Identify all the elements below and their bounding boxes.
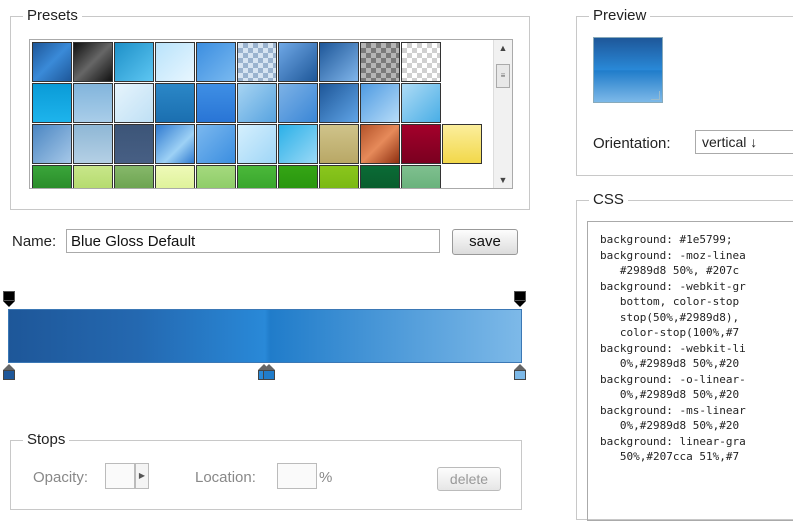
preset-swatch[interactable] bbox=[237, 124, 277, 164]
scroll-up-icon[interactable]: ▲ bbox=[494, 40, 512, 56]
preset-swatch bbox=[442, 83, 482, 123]
opacity-stop-end[interactable] bbox=[514, 291, 526, 307]
preset-swatch[interactable] bbox=[196, 83, 236, 123]
preset-swatch[interactable] bbox=[360, 165, 400, 188]
presets-list: ▲ ≡ ▼ bbox=[29, 39, 513, 189]
location-field[interactable] bbox=[277, 463, 317, 489]
preset-swatch[interactable] bbox=[32, 165, 72, 188]
preset-swatch[interactable] bbox=[114, 165, 154, 188]
preset-swatch[interactable] bbox=[114, 124, 154, 164]
opacity-label: Opacity: bbox=[33, 469, 89, 486]
preset-swatch[interactable] bbox=[319, 83, 359, 123]
preset-swatch[interactable] bbox=[401, 124, 441, 164]
color-stop-100[interactable] bbox=[514, 364, 526, 380]
css-legend: CSS bbox=[589, 191, 628, 209]
preset-swatch[interactable] bbox=[73, 165, 113, 188]
preset-swatch[interactable] bbox=[360, 42, 400, 82]
preset-swatch[interactable] bbox=[32, 83, 72, 123]
opacity-stop-start[interactable] bbox=[3, 291, 15, 307]
delete-button[interactable]: delete bbox=[437, 467, 501, 491]
presets-scrollbar[interactable]: ▲ ≡ ▼ bbox=[493, 40, 512, 188]
name-label: Name: bbox=[12, 233, 57, 250]
opacity-arrow-icon[interactable]: ▶ bbox=[135, 463, 149, 489]
preset-swatch[interactable] bbox=[237, 42, 277, 82]
preset-swatch[interactable] bbox=[442, 124, 482, 164]
orientation-select[interactable]: vertical ↓ bbox=[695, 130, 793, 154]
preset-swatch[interactable] bbox=[114, 83, 154, 123]
css-code[interactable]: background: #1e5799; background: -moz-li… bbox=[587, 221, 793, 521]
stops-legend: Stops bbox=[23, 431, 70, 449]
presets-legend: Presets bbox=[23, 7, 82, 25]
preset-swatch[interactable] bbox=[73, 83, 113, 123]
preset-swatch[interactable] bbox=[278, 165, 318, 188]
preset-swatch[interactable] bbox=[401, 42, 441, 82]
presets-grid bbox=[32, 42, 482, 188]
preset-swatch[interactable] bbox=[32, 124, 72, 164]
name-input[interactable] bbox=[66, 229, 440, 253]
preset-swatch[interactable] bbox=[401, 83, 441, 123]
preview-legend: Preview bbox=[589, 7, 651, 25]
preset-swatch[interactable] bbox=[401, 165, 441, 188]
preset-swatch[interactable] bbox=[73, 42, 113, 82]
preset-swatch[interactable] bbox=[114, 42, 154, 82]
preset-swatch[interactable] bbox=[360, 83, 400, 123]
preset-swatch bbox=[442, 42, 482, 82]
preset-swatch[interactable] bbox=[155, 165, 195, 188]
preview-panel: Preview Orientation: vertical ↓ bbox=[576, 7, 793, 176]
location-unit: % bbox=[319, 469, 333, 486]
scroll-thumb[interactable]: ≡ bbox=[496, 64, 510, 88]
gradient-preview-bar[interactable] bbox=[8, 309, 522, 363]
presets-panel: Presets ▲ ≡ ▼ bbox=[10, 7, 530, 210]
resize-grip-icon[interactable] bbox=[651, 91, 660, 100]
preset-swatch[interactable] bbox=[155, 83, 195, 123]
preset-swatch[interactable] bbox=[196, 42, 236, 82]
preset-swatch[interactable] bbox=[319, 42, 359, 82]
stops-panel: Stops Opacity: ▶ Location: % delete bbox=[10, 431, 522, 510]
save-button[interactable]: save bbox=[452, 229, 518, 255]
orientation-label: Orientation: bbox=[593, 135, 671, 152]
preset-swatch[interactable] bbox=[319, 165, 359, 188]
preset-swatch[interactable] bbox=[155, 42, 195, 82]
preset-swatch[interactable] bbox=[278, 124, 318, 164]
preset-swatch bbox=[442, 165, 482, 188]
preset-swatch[interactable] bbox=[278, 83, 318, 123]
preset-swatch[interactable] bbox=[196, 165, 236, 188]
scroll-down-icon[interactable]: ▼ bbox=[494, 172, 512, 188]
preview-swatch[interactable] bbox=[593, 37, 663, 103]
preset-swatch[interactable] bbox=[73, 124, 113, 164]
preset-swatch[interactable] bbox=[237, 165, 277, 188]
preset-swatch[interactable] bbox=[32, 42, 72, 82]
color-stop-0[interactable] bbox=[3, 364, 15, 380]
preset-swatch[interactable] bbox=[278, 42, 318, 82]
preset-swatch[interactable] bbox=[237, 83, 277, 123]
location-label: Location: bbox=[195, 469, 256, 486]
preset-swatch[interactable] bbox=[155, 124, 195, 164]
preset-swatch[interactable] bbox=[319, 124, 359, 164]
preset-swatch[interactable] bbox=[196, 124, 236, 164]
color-stop-51[interactable] bbox=[263, 364, 275, 380]
preset-swatch[interactable] bbox=[360, 124, 400, 164]
css-panel: CSS background: #1e5799; background: -mo… bbox=[576, 191, 793, 521]
opacity-field[interactable] bbox=[105, 463, 135, 489]
